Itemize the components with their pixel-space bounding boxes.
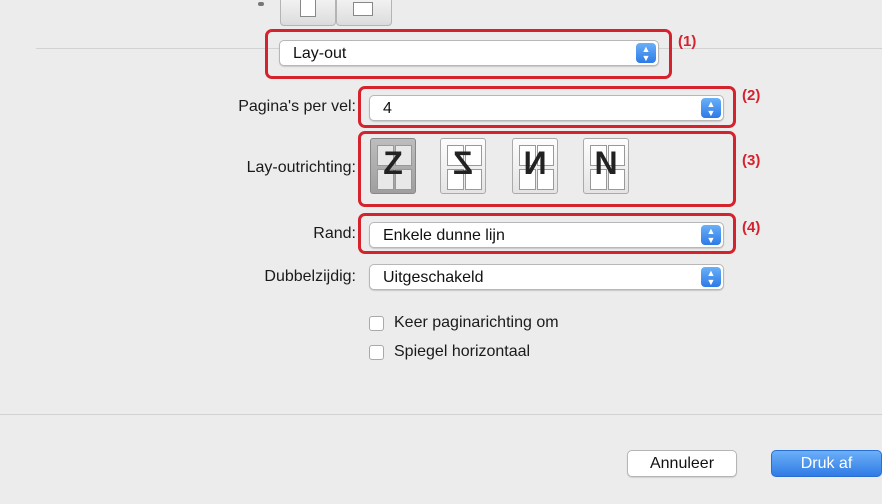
two-sided-value: Uitgeschakeld xyxy=(383,269,484,286)
flip-horizontally-label: Spiegel horizontaal xyxy=(394,343,531,360)
callout-frame-2 xyxy=(358,86,736,128)
two-sided-stepper-icon: ▲ ▼ xyxy=(701,267,721,287)
cancel-button[interactable]: Annuleer xyxy=(627,450,737,477)
flip-horizontally-checkbox[interactable] xyxy=(369,345,384,360)
callout-number-1: (1) xyxy=(678,33,697,50)
orientation-indicator xyxy=(258,2,264,6)
callout-frame-1 xyxy=(265,29,672,79)
reverse-page-orientation-checkbox[interactable] xyxy=(369,316,384,331)
orientation-landscape-button[interactable] xyxy=(336,0,392,26)
callout-number-4: (4) xyxy=(742,219,761,236)
callout-number-3: (3) xyxy=(742,152,761,169)
orientation-portrait-button[interactable] xyxy=(280,0,336,26)
reverse-page-orientation-label: Keer paginarichting om xyxy=(394,314,559,331)
bottom-divider xyxy=(0,414,882,415)
print-button[interactable]: Druk af xyxy=(771,450,882,477)
layout-direction-label: Lay-outrichting: xyxy=(246,159,356,176)
landscape-icon xyxy=(353,2,373,16)
portrait-icon xyxy=(300,0,316,17)
two-sided-select[interactable]: Uitgeschakeld ▲ ▼ xyxy=(369,264,724,290)
callout-frame-3 xyxy=(358,131,736,207)
callout-frame-4 xyxy=(358,213,736,254)
two-sided-label: Dubbelzijdig: xyxy=(264,268,356,285)
callout-number-2: (2) xyxy=(742,87,761,104)
border-label: Rand: xyxy=(313,225,356,242)
pages-per-sheet-label: Pagina's per vel: xyxy=(238,98,356,115)
